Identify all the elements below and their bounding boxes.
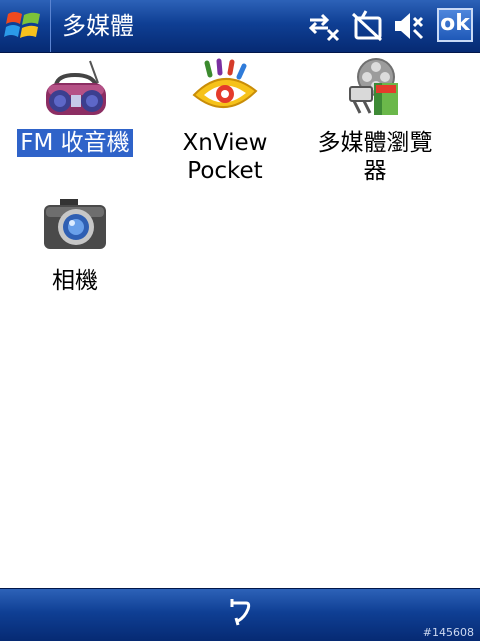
image-watermark: #145608 [422,626,474,639]
connectivity-icon[interactable] [306,8,342,44]
camera-icon [40,193,110,263]
xnview-eye-icon [190,55,260,125]
app-xnview-pocket[interactable]: XnView Pocket [150,55,300,185]
app-camera[interactable]: 相機 [0,193,150,295]
app-label: FM 收音機 [17,129,133,157]
media-browser-icon [340,55,410,125]
window-title: 多媒體 [62,12,134,40]
app-label-line-2: 器 [363,158,387,184]
app-label-line-1: 多媒體瀏覽 [317,130,433,156]
app-fm-radio[interactable]: FM 收音機 [0,55,150,157]
volume-mute-icon[interactable] [392,8,428,44]
phone-off-icon[interactable] [350,8,386,44]
windows-start-icon [4,12,40,38]
start-button[interactable] [0,0,51,52]
bottom-bar [0,588,480,641]
app-label-line-2: Pocket [187,158,263,184]
app-label: 相機 [52,268,98,294]
back-arrow-icon[interactable] [226,597,254,629]
radio-icon [40,55,110,125]
ok-button[interactable]: ok [437,8,473,42]
title-bar: 多媒體 ok [0,0,480,53]
app-media-browser[interactable]: 多媒體瀏覽 器 [300,55,450,185]
app-label-line-1: XnView [182,130,268,156]
